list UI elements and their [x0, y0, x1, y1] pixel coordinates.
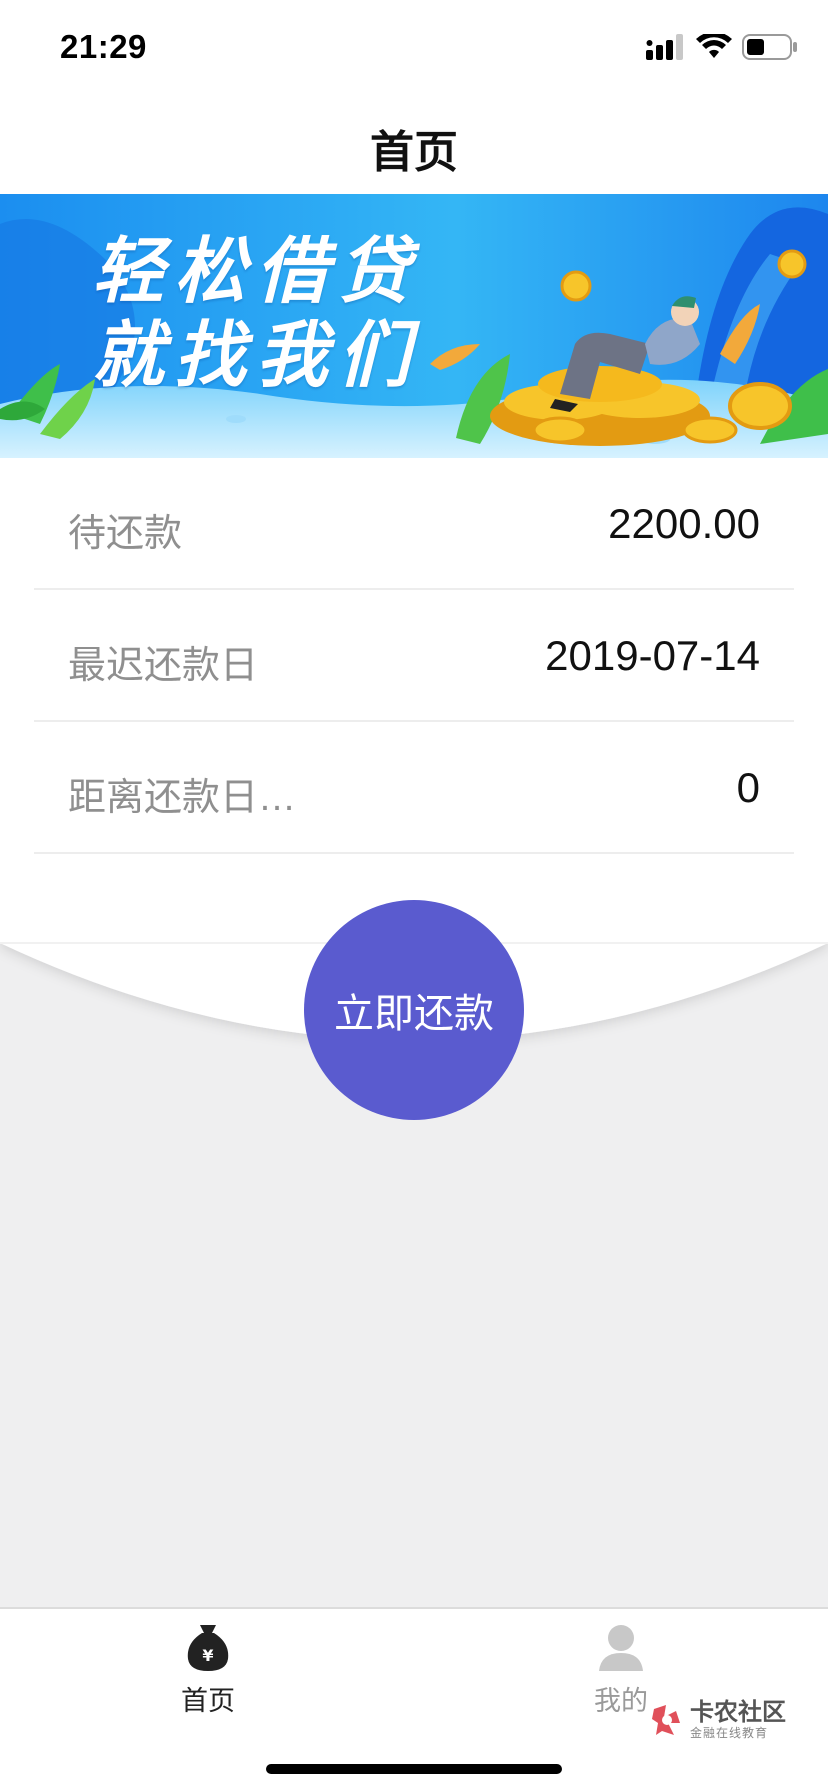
- signal-icon: [646, 34, 683, 60]
- user-icon: [599, 1625, 643, 1671]
- amount-due-label: 待还款: [68, 513, 183, 555]
- watermark-main-text: 卡农社区: [690, 1699, 786, 1726]
- svg-text:¥: ¥: [202, 1646, 213, 1665]
- wifi-icon: [696, 34, 732, 58]
- repayment-info-list: 待还款 2200.00 最迟还款日 2019-07-14 距离还款日… 0: [0, 458, 828, 854]
- status-bar: 21:29: [0, 0, 828, 96]
- watermark-text: 卡农社区 金融在线教育: [690, 1699, 786, 1741]
- info-row-days-left: 距离还款日… 0: [34, 722, 794, 854]
- info-row-due-date: 最迟还款日 2019-07-14: [34, 590, 794, 722]
- due-date-label: 最迟还款日: [68, 645, 259, 687]
- tab-home-label: 首页: [181, 1686, 235, 1716]
- banner-title-line1: 轻松借贷: [92, 232, 421, 312]
- amount-due-value: 2200.00: [608, 500, 760, 547]
- watermark-sub-text: 金融在线教育: [690, 1726, 769, 1740]
- info-row-amount-due: 待还款 2200.00: [34, 458, 794, 590]
- days-left-label: 距离还款日…: [68, 777, 297, 819]
- page-title: 首页: [370, 128, 458, 177]
- nav-bar: 首页: [0, 96, 828, 194]
- repay-now-button[interactable]: 立即还款: [304, 900, 524, 1120]
- banner-title: 轻松借贷 就找我们: [92, 230, 420, 398]
- watermark-logo-icon: [652, 1705, 680, 1735]
- tab-home[interactable]: ¥ 首页: [128, 1623, 288, 1718]
- promo-banner[interactable]: 轻松借贷 就找我们: [0, 194, 828, 458]
- watermark: 卡农社区 金融在线教育: [650, 1700, 786, 1740]
- battery-icon: [742, 34, 797, 60]
- due-date-value: 2019-07-14: [545, 632, 760, 679]
- money-bag-icon: ¥: [187, 1625, 229, 1671]
- days-left-value: 0: [736, 764, 760, 811]
- home-indicator: [266, 1764, 562, 1774]
- status-icons: [646, 34, 798, 60]
- app-screen: 21:29 首页 轻松借贷 就找我们 待还款 2200.00 最迟还款日 201…: [0, 0, 828, 1792]
- banner-title-line2: 就找我们: [92, 316, 421, 396]
- status-time: 21:29: [60, 28, 147, 65]
